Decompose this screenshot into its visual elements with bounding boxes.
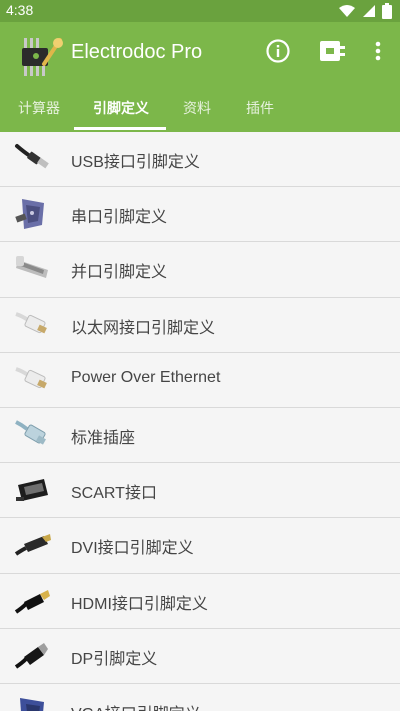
list-item-label: VGA接口引脚定义	[71, 700, 201, 711]
phone-plug-icon	[15, 420, 46, 445]
list-item-label: 以太网接口引脚定义	[71, 319, 216, 337]
list-item-label: 并口引脚定义	[71, 264, 168, 282]
list-item-scart[interactable]: SCART接口	[0, 463, 400, 519]
active-tab-indicator	[74, 127, 166, 130]
plugin-icon[interactable]	[317, 36, 347, 66]
tab-bar: 计算器 引脚定义 资料 插件	[0, 98, 400, 130]
info-icon[interactable]	[263, 36, 293, 66]
list-item-serial[interactable]: 串口引脚定义	[0, 187, 400, 243]
usb-cable-icon	[15, 144, 49, 169]
list-item-parallel[interactable]: 并口引脚定义	[0, 242, 400, 298]
list-item-dvi[interactable]: DVI接口引脚定义	[0, 518, 400, 574]
ethernet-plug-icon	[15, 311, 47, 333]
app-title: Electrodoc Pro	[71, 41, 203, 63]
list-item-label: 标准插座	[71, 429, 136, 447]
app-bar: Electrodoc Pro 计算器 引脚定义 资料 插件	[0, 22, 400, 132]
wifi-icon	[339, 5, 355, 17]
scart-plug-icon	[16, 479, 48, 502]
battery-icon	[382, 3, 392, 19]
list-item-label: SCART接口	[71, 485, 157, 503]
tab-pinouts[interactable]: 引脚定义	[93, 98, 149, 130]
serial-connector-icon	[15, 199, 44, 230]
list-item-label: DVI接口引脚定义	[71, 540, 194, 558]
list-item-poe[interactable]: Power Over Ethernet	[0, 353, 400, 408]
list-item-phone-jack[interactable]: 标准插座	[0, 408, 400, 464]
tab-calculator[interactable]: 计算器	[18, 98, 60, 130]
hdmi-plug-icon	[14, 589, 50, 614]
vga-connector-icon	[20, 697, 44, 711]
list-item-label: HDMI接口引脚定义	[71, 595, 208, 613]
pinout-list: USB接口引脚定义 串口引脚定义 并口引脚定义 以太网接口引脚定义 Power …	[0, 132, 400, 711]
tab-resources[interactable]: 资料	[183, 98, 211, 130]
app-logo-icon	[22, 38, 63, 76]
list-item-label: 串口引脚定义	[71, 209, 168, 227]
list-item-ethernet[interactable]: 以太网接口引脚定义	[0, 298, 400, 353]
list-item-label: DP引脚定义	[71, 650, 158, 668]
parallel-connector-icon	[16, 256, 48, 279]
more-vert-icon[interactable]	[368, 36, 388, 66]
list-item-usb[interactable]: USB接口引脚定义	[0, 132, 400, 188]
status-icons	[338, 3, 392, 19]
list-item-label: USB接口引脚定义	[71, 154, 200, 171]
list-item-displayport[interactable]: DP引脚定义	[0, 629, 400, 684]
ethernet-plug-icon	[15, 366, 47, 389]
list-item-hdmi[interactable]: HDMI接口引脚定义	[0, 574, 400, 629]
list-item-vga[interactable]: VGA接口引脚定义	[0, 684, 400, 711]
dvi-plug-icon	[14, 534, 51, 556]
displayport-plug-icon	[14, 642, 48, 669]
signal-icon	[363, 5, 375, 17]
list-item-label: Power Over Ethernet	[71, 368, 221, 386]
tab-plugins[interactable]: 插件	[246, 98, 274, 130]
status-bar: 4:38	[0, 0, 400, 22]
status-time: 4:38	[6, 2, 34, 18]
